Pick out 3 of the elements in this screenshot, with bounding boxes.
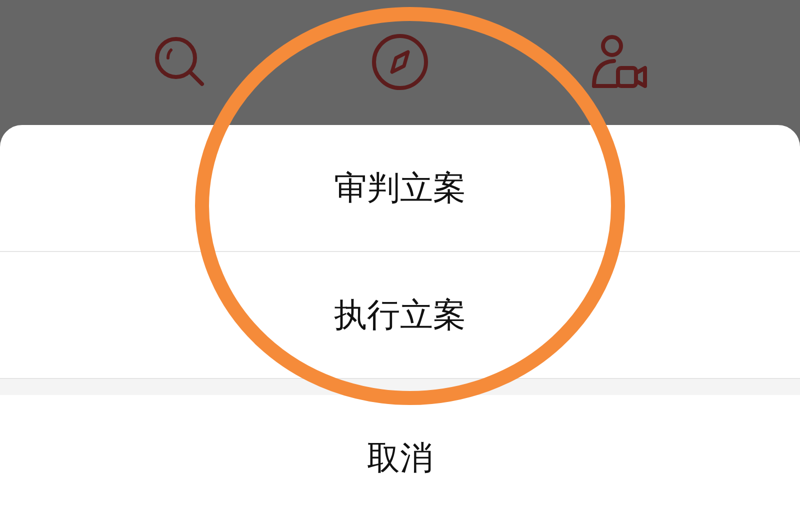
compass-icon bbox=[370, 32, 430, 92]
action-option[interactable]: 审判立案 bbox=[0, 125, 800, 252]
cancel-button[interactable]: 取消 bbox=[0, 395, 800, 521]
